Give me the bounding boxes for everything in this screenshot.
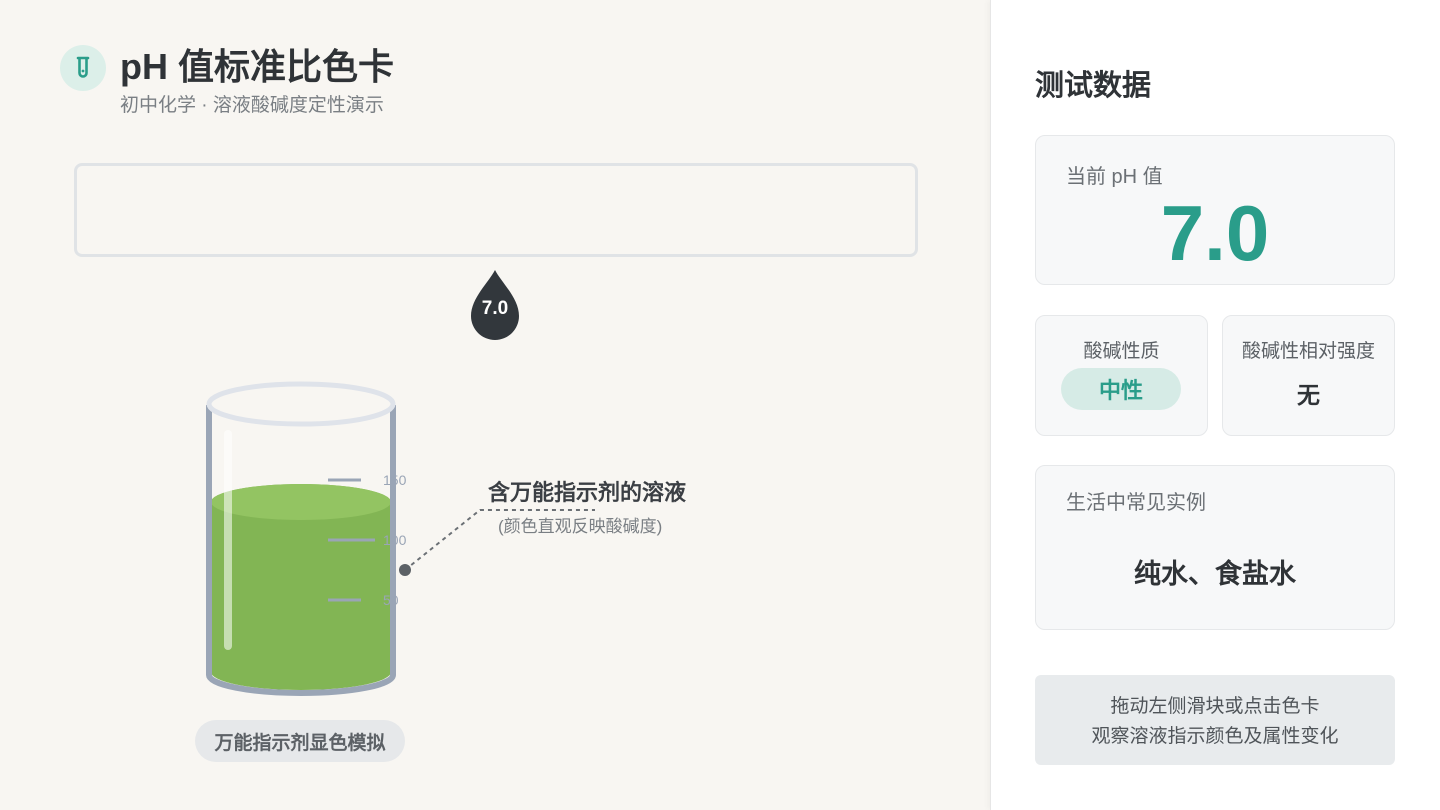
tick-label-150: 150 bbox=[383, 472, 407, 488]
ph-value-card: 当前 pH 值 7.0 bbox=[1035, 135, 1395, 285]
nature-label: 酸碱性质 bbox=[1083, 341, 1160, 362]
ph-slider-handle[interactable]: 7.0 bbox=[471, 270, 519, 340]
test-tube-icon bbox=[60, 45, 106, 91]
hint-line-1: 拖动左侧滑块或点击色卡 bbox=[1110, 696, 1320, 717]
beaker-rim bbox=[206, 381, 396, 427]
beaker: 150 100 50 bbox=[206, 381, 407, 696]
panel-title: 测试数据 bbox=[1035, 70, 1152, 102]
solution-annotation-title: 含万能指示剂的溶液 bbox=[488, 480, 687, 505]
strength-card: 酸碱性相对强度 无 bbox=[1222, 315, 1395, 436]
hint-line-2: 观察溶液指示颜色及属性变化 bbox=[1091, 726, 1339, 747]
example-label: 生活中常见实例 bbox=[1066, 492, 1206, 514]
nature-badge: 中性 bbox=[1061, 368, 1181, 410]
nature-card: 酸碱性质 中性 bbox=[1035, 315, 1208, 436]
solution-annotation-subtitle: (颜色直观反映酸碱度) bbox=[498, 517, 663, 536]
ph-color-scale[interactable] bbox=[74, 163, 918, 257]
beaker-caption: 万能指示剂显色模拟 bbox=[195, 720, 405, 762]
tick-label-50: 50 bbox=[383, 592, 399, 608]
page-title: pH 值标准比色卡 bbox=[120, 46, 394, 87]
slider-value: 7.0 bbox=[481, 298, 509, 319]
example-card: 生活中常见实例 纯水、食盐水 bbox=[1035, 465, 1395, 630]
strength-value: 无 bbox=[1297, 382, 1320, 408]
ph-value: 7.0 bbox=[1160, 189, 1270, 277]
left-stage: pH 值标准比色卡 初中化学 · 溶液酸碱度定性演示 7.0 150 100 5… bbox=[0, 0, 990, 810]
solution-surface bbox=[211, 484, 391, 520]
page-subtitle: 初中化学 · 溶液酸碱度定性演示 bbox=[120, 95, 384, 116]
instruction-hint: 拖动左侧滑块或点击色卡 观察溶液指示颜色及属性变化 bbox=[1035, 675, 1395, 765]
ph-label: 当前 pH 值 bbox=[1066, 166, 1163, 188]
strength-label: 酸碱性相对强度 bbox=[1241, 341, 1375, 362]
example-value: 纯水、食盐水 bbox=[1134, 559, 1296, 589]
glass-highlight bbox=[224, 430, 232, 650]
